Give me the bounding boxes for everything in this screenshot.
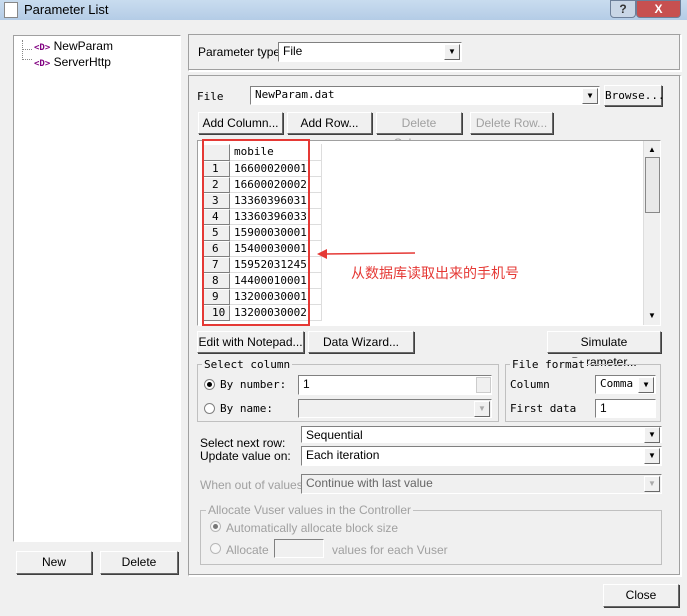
scroll-up-icon[interactable]: ▲ xyxy=(648,145,656,154)
chevron-down-icon: ▼ xyxy=(474,401,490,417)
edit-with-notepad-button[interactable]: Edit with Notepad... xyxy=(197,331,304,353)
first-data-value: 1 xyxy=(600,401,607,415)
update-value-value: Each iteration xyxy=(306,448,380,462)
update-value-label: Update value on: xyxy=(200,449,291,463)
chevron-down-icon: ▼ xyxy=(644,427,660,443)
highlight-box xyxy=(202,139,310,326)
delete-row-button[interactable]: Delete Row... xyxy=(470,112,553,134)
allocate-legend: Allocate Vuser values in the Controller xyxy=(206,503,413,517)
out-of-values-label: When out of values: xyxy=(200,478,307,492)
scroll-down-icon[interactable]: ▼ xyxy=(648,311,656,320)
chevron-down-icon: ▼ xyxy=(644,448,660,464)
window-title: Parameter List xyxy=(24,2,109,17)
tree-item-label: ServerHttp xyxy=(53,55,111,69)
chevron-down-icon: ▼ xyxy=(638,377,654,393)
out-of-values-select[interactable]: Continue with last value ▼ xyxy=(301,474,662,494)
chevron-down-icon: ▼ xyxy=(644,476,660,492)
select-next-row-value: Sequential xyxy=(306,428,363,442)
manual-allocate-radio[interactable] xyxy=(210,543,221,554)
auto-allocate-radio[interactable] xyxy=(210,521,221,532)
data-wizard-button[interactable]: Data Wizard... xyxy=(308,331,414,353)
scroll-thumb[interactable] xyxy=(645,157,660,213)
help-button[interactable]: ? xyxy=(610,0,636,18)
close-window-button[interactable]: X xyxy=(636,0,681,18)
parameter-tree[interactable]: <D> NewParam <D> ServerHttp xyxy=(13,35,181,542)
chevron-down-icon: ▼ xyxy=(444,44,460,60)
select-next-row-label: Select next row: xyxy=(200,436,286,450)
file-path-select[interactable]: NewParam.dat ▼ xyxy=(250,86,600,105)
column-delimiter-label: Column xyxy=(510,378,550,391)
new-button[interactable]: New xyxy=(16,551,92,574)
first-data-field[interactable]: 1 xyxy=(595,399,656,418)
tree-item-serverhttp[interactable]: <D> ServerHttp xyxy=(34,55,111,69)
param-icon: <D> xyxy=(34,43,51,53)
add-column-button[interactable]: Add Column... xyxy=(198,112,283,134)
add-row-button[interactable]: Add Row... xyxy=(287,112,372,134)
manual-allocate-label: Allocate xyxy=(226,543,269,557)
delete-column-button[interactable]: Delete Column... xyxy=(376,112,462,150)
select-column-legend: Select column xyxy=(202,358,293,371)
allocate-count-field[interactable] xyxy=(274,539,324,558)
auto-allocate-label: Automatically allocate block size xyxy=(226,521,399,535)
browse-button[interactable]: Browse... xyxy=(604,85,665,106)
chevron-down-icon: ▼ xyxy=(582,88,598,104)
out-of-values-value: Continue with last value xyxy=(306,476,433,490)
parameter-type-select[interactable]: File ▼ xyxy=(278,42,462,62)
column-name-select[interactable]: ▼ xyxy=(298,399,492,418)
annotation-text: 从数据库读取出来的手机号 xyxy=(351,265,519,281)
delete-button[interactable]: Delete xyxy=(100,551,178,574)
close-button[interactable]: Close xyxy=(603,584,679,607)
arrow-icon xyxy=(317,249,416,259)
spinner[interactable] xyxy=(476,377,491,393)
column-delimiter-select[interactable]: Comma ▼ xyxy=(595,375,656,394)
grid-scrollbar[interactable]: ▲ ▼ xyxy=(643,141,660,325)
select-next-row-select[interactable]: Sequential ▼ xyxy=(301,426,662,443)
parameter-type-value: File xyxy=(283,44,303,58)
column-number-field[interactable]: 1 xyxy=(298,375,492,395)
app-icon xyxy=(4,2,18,18)
parameter-type-label: Parameter type: xyxy=(198,45,284,59)
by-name-radio[interactable] xyxy=(204,403,215,414)
column-delimiter-value: Comma xyxy=(600,377,634,390)
file-format-legend: File format xyxy=(510,358,587,371)
tree-item-label: NewParam xyxy=(53,39,113,53)
simulate-parameter-button[interactable]: Simulate Parameter... xyxy=(547,331,661,369)
file-label: File xyxy=(197,90,224,103)
param-icon: <D> xyxy=(34,59,51,69)
file-path-value: NewParam.dat xyxy=(255,88,335,101)
by-name-label: By name: xyxy=(220,402,273,415)
by-number-label: By number: xyxy=(220,378,287,391)
by-number-radio[interactable] xyxy=(204,379,215,390)
column-number-value: 1 xyxy=(303,377,310,391)
allocate-suffix: values for each Vuser xyxy=(332,543,448,557)
tree-item-newparam[interactable]: <D> NewParam xyxy=(34,39,113,53)
first-data-label: First data xyxy=(510,402,577,415)
update-value-select[interactable]: Each iteration ▼ xyxy=(301,446,662,466)
